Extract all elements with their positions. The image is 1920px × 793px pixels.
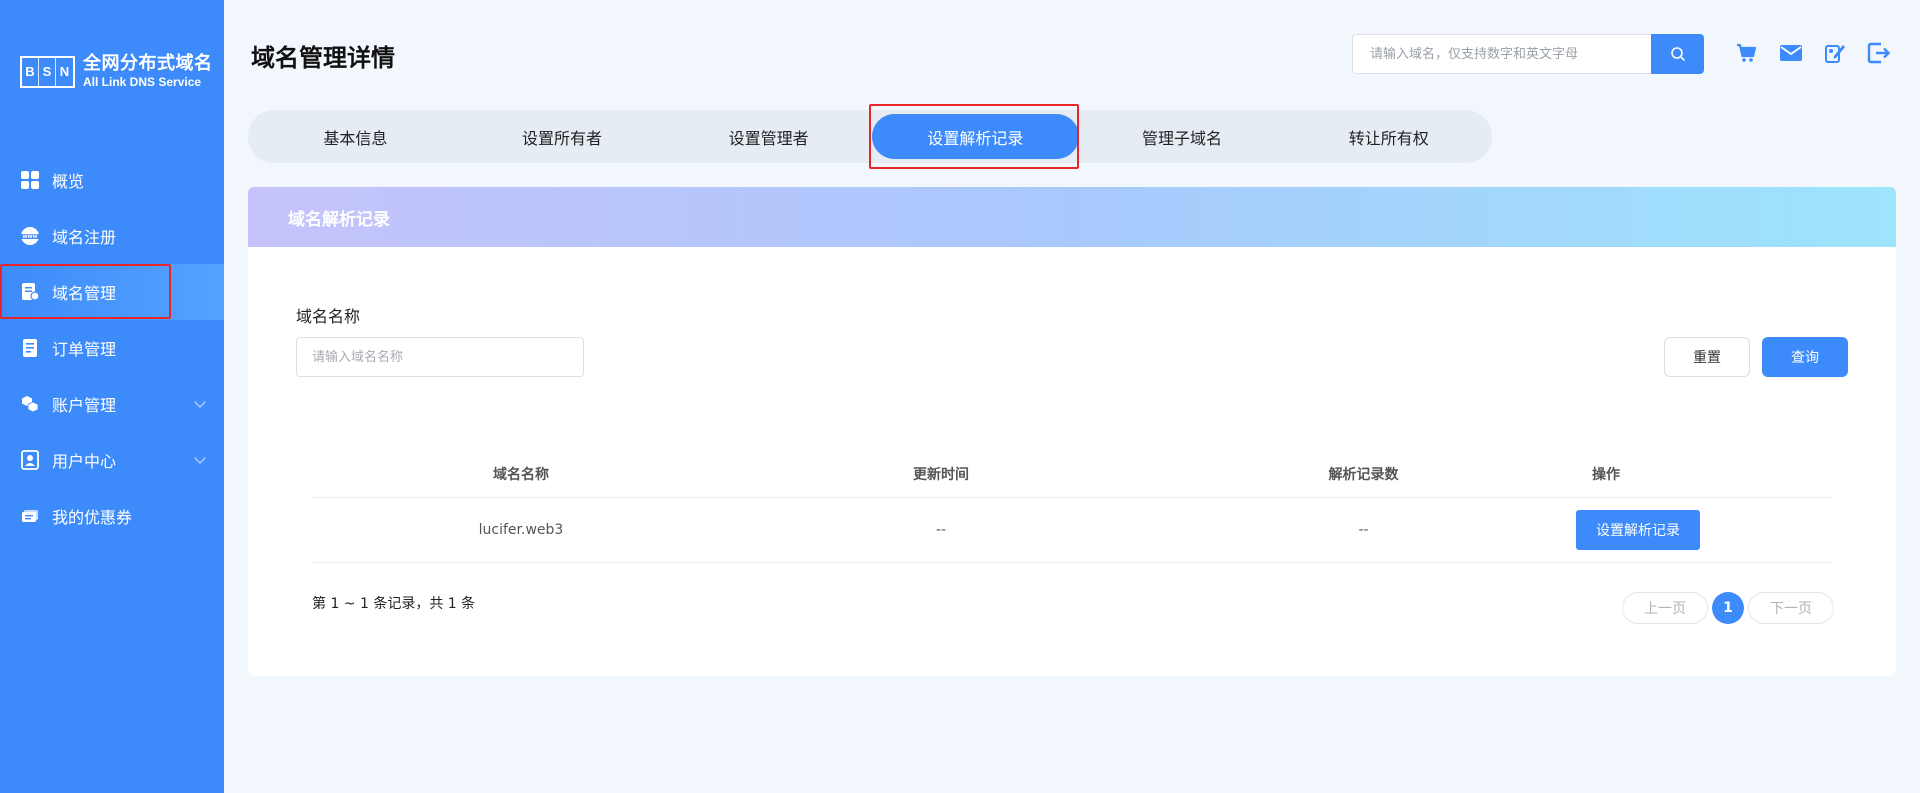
set-dns-records-button[interactable]: 设置解析记录 xyxy=(1576,510,1700,550)
www-icon: WWW xyxy=(20,226,40,246)
tab-set-dns-records[interactable]: 设置解析记录 xyxy=(872,114,1079,159)
dns-records-card: 域名解析记录 域名名称 重置 查询 域名名称 更新时间 解析记录数 操作 luc… xyxy=(248,187,1896,676)
domain-search xyxy=(1352,34,1704,74)
search-button[interactable] xyxy=(1651,34,1704,74)
chevron-down-icon[interactable] xyxy=(194,396,206,408)
sidebar-item-label: 域名管理 xyxy=(52,284,117,303)
cell-action: 设置解析记录 xyxy=(1576,510,1831,550)
tab-manage-subdomains[interactable]: 管理子域名 xyxy=(1079,114,1286,159)
detail-tabs: 基本信息 设置所有者 设置管理者 设置解析记录 管理子域名 转让所有权 xyxy=(248,110,1492,163)
coupon-icon xyxy=(20,506,40,526)
card-title: 域名解析记录 xyxy=(288,209,390,230)
next-page-button[interactable]: 下一页 xyxy=(1748,592,1834,624)
tab-basic-info[interactable]: 基本信息 xyxy=(252,114,459,159)
page-title: 域名管理详情 xyxy=(251,44,395,72)
column-header-action: 操作 xyxy=(1592,466,1620,483)
logo-letter: S xyxy=(39,57,56,86)
tab-set-owner[interactable]: 设置所有者 xyxy=(459,114,666,159)
sidebar-nav: 概览 WWW 域名注册 域名管理 订单管理 账户管理 用户中心 我的优惠券 xyxy=(0,152,224,544)
user-icon xyxy=(20,450,40,470)
sidebar-item-domain-manage[interactable]: 域名管理 xyxy=(0,264,224,320)
domain-table: 域名名称 更新时间 解析记录数 操作 lucifer.web3 -- -- 设置… xyxy=(311,450,1831,563)
sidebar: B S N 全网分布式域名 All Link DNS Service 概览 WW… xyxy=(0,0,224,793)
sidebar-item-account[interactable]: 账户管理 xyxy=(0,376,224,432)
sidebar-item-user-center[interactable]: 用户中心 xyxy=(0,432,224,488)
cell-updated-time: -- xyxy=(935,522,947,538)
tab-set-manager[interactable]: 设置管理者 xyxy=(665,114,872,159)
card-header: 域名解析记录 xyxy=(248,187,1896,247)
table-header-row: 域名名称 更新时间 解析记录数 操作 xyxy=(311,450,1831,498)
edit-doc-icon[interactable] xyxy=(1822,40,1848,66)
tab-transfer-ownership[interactable]: 转让所有权 xyxy=(1285,114,1492,159)
sidebar-item-coupons[interactable]: 我的优惠券 xyxy=(0,488,224,544)
search-icon xyxy=(1670,47,1685,61)
sidebar-item-domain-register[interactable]: WWW 域名注册 xyxy=(0,208,224,264)
bsn-logo-mark: B S N xyxy=(20,55,75,88)
sidebar-item-label: 概览 xyxy=(52,172,85,191)
query-button[interactable]: 查询 xyxy=(1762,337,1848,377)
record-total: 第 1 ~ 1 条记录，共 1 条 xyxy=(312,596,476,612)
table-row: lucifer.web3 -- -- 设置解析记录 xyxy=(311,498,1831,563)
sidebar-item-label: 域名注册 xyxy=(52,228,117,247)
sidebar-item-overview[interactable]: 概览 xyxy=(0,152,224,208)
cart-icon[interactable] xyxy=(1734,40,1760,66)
column-header-domain: 域名名称 xyxy=(493,466,549,483)
logo-title-en: All Link DNS Service xyxy=(83,75,202,89)
logo-letter: B xyxy=(22,57,39,86)
sidebar-item-label: 订单管理 xyxy=(52,340,117,359)
domain-name-label: 域名名称 xyxy=(296,307,361,326)
logout-icon[interactable] xyxy=(1866,40,1892,66)
cell-domain-name: lucifer.web3 xyxy=(478,522,564,538)
order-icon xyxy=(20,338,40,358)
chevron-down-icon[interactable] xyxy=(194,452,206,464)
mail-icon[interactable] xyxy=(1778,40,1804,66)
cell-record-count: -- xyxy=(1358,522,1369,538)
svg-text:WWW: WWW xyxy=(23,234,38,240)
column-header-updated: 更新时间 xyxy=(913,466,969,483)
logo[interactable]: B S N 全网分布式域名 All Link DNS Service xyxy=(20,55,213,88)
domain-search-input[interactable] xyxy=(1352,34,1651,74)
domain-name-input[interactable] xyxy=(296,337,584,377)
grid-icon xyxy=(20,170,40,190)
top-toolbar xyxy=(1734,40,1910,66)
sidebar-item-label: 账户管理 xyxy=(52,396,117,415)
page-number-current[interactable]: 1 xyxy=(1712,592,1744,624)
reset-button[interactable]: 重置 xyxy=(1664,337,1750,377)
logo-letter: N xyxy=(59,64,70,79)
prev-page-button[interactable]: 上一页 xyxy=(1622,592,1708,624)
sidebar-item-label: 用户中心 xyxy=(52,452,117,471)
pagination: 上一页 1 下一页 xyxy=(1622,592,1834,624)
column-header-record-count: 解析记录数 xyxy=(1328,466,1399,483)
sidebar-item-label: 我的优惠券 xyxy=(52,508,133,527)
cubes-icon xyxy=(20,394,40,414)
domain-doc-icon xyxy=(20,282,40,302)
sidebar-item-orders[interactable]: 订单管理 xyxy=(0,320,224,376)
logo-title-cn: 全网分布式域名 xyxy=(83,53,213,74)
